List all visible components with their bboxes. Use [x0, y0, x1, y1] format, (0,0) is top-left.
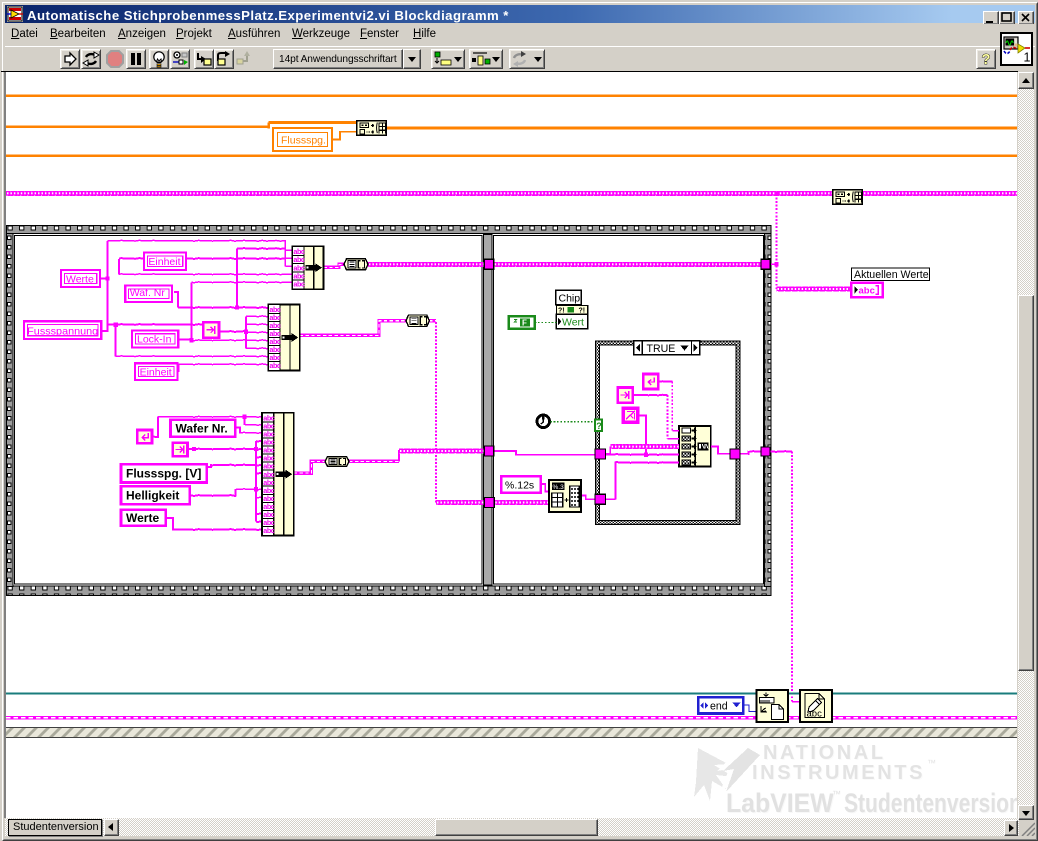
svg-text:abc: abc — [293, 280, 304, 289]
svg-text:LabVIEW: LabVIEW — [726, 789, 834, 818]
svg-text:?!: ?! — [579, 308, 586, 315]
svg-text:?: ? — [596, 421, 602, 431]
svg-text:Einheit: Einheit — [148, 256, 180, 268]
svg-text:Werte: Werte — [126, 511, 159, 525]
svg-text:Flussspg.: Flussspg. — [281, 135, 326, 147]
svg-text:Fussspannung: Fussspannung — [27, 326, 98, 337]
svg-text:?!: ?! — [558, 308, 565, 315]
svg-text:TRUE: TRUE — [647, 343, 676, 355]
svg-text:F: F — [522, 319, 527, 328]
svg-text:Wert: Wert — [562, 317, 584, 329]
svg-text:Studentenversion: Studentenversion — [844, 789, 1017, 818]
svg-text:1: 1 — [1024, 51, 1031, 65]
svg-text:Aktuellen Werte: Aktuellen Werte — [854, 269, 929, 281]
svg-text:abc: abc — [263, 526, 274, 535]
svg-text:Einheit: Einheit — [140, 367, 172, 379]
svg-text:Wafer Nr.: Wafer Nr. — [176, 421, 228, 435]
svg-text:INSTRUMENTS: INSTRUMENTS — [752, 762, 925, 784]
svg-text:Lock-In: Lock-In — [137, 333, 172, 345]
svg-text:Helligkeit: Helligkeit — [126, 488, 179, 502]
svg-text:™: ™ — [832, 789, 841, 799]
svg-text:end: end — [710, 701, 728, 713]
svg-text:abc: abc — [859, 285, 875, 296]
svg-text:abc: abc — [269, 361, 280, 370]
svg-text:Werte: Werte — [66, 274, 94, 286]
svg-text:abc: abc — [807, 709, 823, 720]
svg-text:Chip: Chip — [559, 293, 581, 305]
svg-text:Waf. Nr: Waf. Nr — [130, 287, 166, 299]
svg-text:%.3: %.3 — [553, 484, 565, 491]
svg-text:™: ™ — [927, 758, 936, 768]
svg-text:%.12s: %.12s — [505, 480, 534, 492]
svg-text:?: ? — [982, 52, 991, 68]
svg-text:NATIONAL: NATIONAL — [763, 742, 886, 764]
svg-text:Flussspg. [V]: Flussspg. [V] — [126, 467, 201, 481]
